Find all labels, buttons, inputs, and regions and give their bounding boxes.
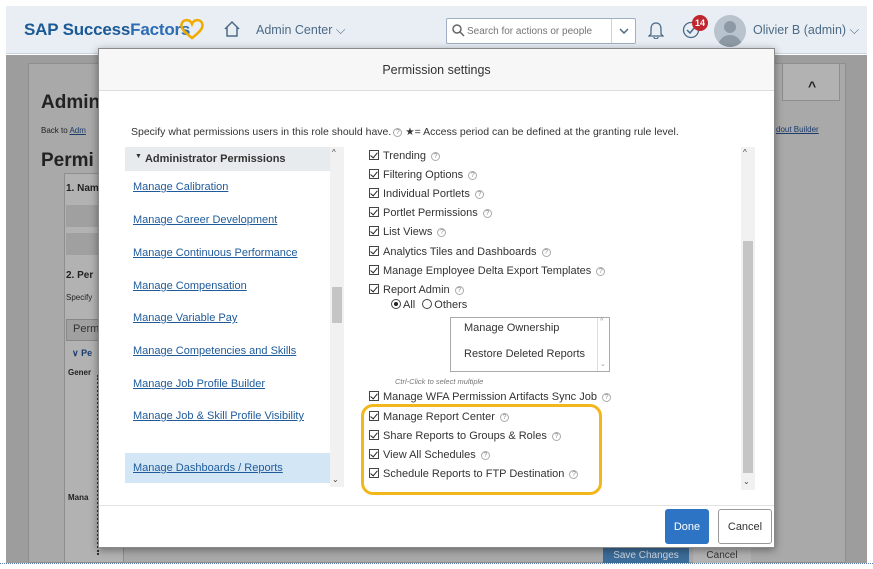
help-icon[interactable]: ? <box>454 285 464 295</box>
checkbox-checked-icon[interactable] <box>369 284 379 294</box>
home-icon[interactable] <box>223 20 241 38</box>
permission-checkbox[interactable]: Analytics Tiles and Dashboards ? <box>369 246 551 258</box>
checkbox-checked-icon[interactable] <box>369 226 379 236</box>
heart-icon <box>180 18 204 40</box>
multiselect-option[interactable]: Manage Ownership <box>464 322 559 334</box>
scroll-down-icon[interactable]: ⌄ <box>743 477 750 486</box>
permission-checkbox[interactable]: Filtering Options ? <box>369 169 478 181</box>
checkbox-checked-icon[interactable] <box>369 391 379 401</box>
chevron-down-icon <box>618 28 629 34</box>
save-changes-button: Save Changes <box>603 548 689 563</box>
section-title: Permi <box>41 150 94 171</box>
permission-checkbox[interactable]: Individual Portlets ? <box>369 188 484 200</box>
help-icon[interactable]: ? <box>541 247 551 257</box>
category-item[interactable]: Manage Job & Skill Profile Visibility <box>133 407 323 425</box>
category-item[interactable]: Manage Continuous Performance <box>133 244 323 262</box>
help-icon[interactable]: ? <box>431 151 441 161</box>
left-scrollbar[interactable]: ^ ⌄ <box>330 147 344 487</box>
permission-category-list: ▼ Administrator Permissions Manage Calibr… <box>125 147 345 487</box>
scroll-down-icon[interactable]: ⌄ <box>332 475 339 484</box>
report-admin-multiselect[interactable]: Manage Ownership Restore Deleted Reports… <box>450 317 610 372</box>
back-link: Back to Adm <box>41 126 86 135</box>
permission-checkbox[interactable]: Report Admin ? <box>369 284 464 296</box>
help-icon[interactable]: ? <box>474 189 484 199</box>
user-menu[interactable]: Olivier B (admin) ⌵ <box>753 23 859 38</box>
collapse-triangle-icon: ▼ <box>135 153 142 160</box>
module-switcher[interactable]: Admin Center ⌵ <box>256 23 345 38</box>
collapse-button: ^ <box>782 63 840 101</box>
category-item[interactable]: Manage Job Profile Builder <box>133 375 323 393</box>
help-icon[interactable]: ? <box>482 208 492 218</box>
checkbox-checked-icon[interactable] <box>369 265 379 275</box>
category-header[interactable]: ▼ Administrator Permissions <box>125 147 330 171</box>
right-scrollbar[interactable]: ^ ⌄ <box>741 147 755 490</box>
search-input[interactable] <box>467 22 607 40</box>
permission-checkbox[interactable]: List Views ? <box>369 226 447 238</box>
chevron-down-icon: ⌵ <box>849 23 860 37</box>
specify-text: Specify <box>66 293 93 302</box>
background-link: dout Builder <box>776 125 819 134</box>
scroll-up-icon[interactable]: ^ <box>600 318 603 325</box>
help-icon[interactable]: ? <box>468 170 478 180</box>
checkbox-checked-icon[interactable] <box>369 246 379 256</box>
category-item[interactable]: Manage Compensation <box>133 277 323 295</box>
page-title: Admin <box>41 92 101 113</box>
right-scroll-thumb[interactable] <box>743 241 753 473</box>
done-button[interactable]: Done <box>665 509 709 544</box>
dialog-description: Specify what permissions users in this r… <box>131 126 679 138</box>
notification-badge[interactable]: 14 <box>692 15 708 31</box>
category-item[interactable]: Manage Variable Pay <box>133 309 323 327</box>
checkbox-checked-icon[interactable] <box>369 188 379 198</box>
cancel-button[interactable]: Cancel <box>718 509 772 544</box>
bell-icon[interactable] <box>648 21 664 39</box>
multiselect-option[interactable]: Restore Deleted Reports <box>464 348 585 360</box>
scroll-up-icon[interactable]: ^ <box>743 148 747 157</box>
permission-settings-dialog: Permission settings Specify what permiss… <box>98 48 775 548</box>
step-1-label: 1. Nam <box>66 183 99 194</box>
checkbox-checked-icon[interactable] <box>369 150 379 160</box>
dialog-title: Permission settings <box>99 49 774 91</box>
dialog-footer-divider <box>99 505 774 506</box>
help-icon[interactable]: ? <box>596 266 606 276</box>
multiselect-scrollbar[interactable]: ^ ⌄ <box>597 318 609 371</box>
search-scope-dropdown[interactable] <box>611 19 635 43</box>
permission-checkbox[interactable]: Manage Employee Delta Export Templates ? <box>369 265 606 277</box>
chevron-up-icon: ^ <box>808 78 817 94</box>
background-cancel-button: Cancel <box>693 548 751 563</box>
help-icon[interactable]: ? <box>437 227 447 237</box>
scroll-up-icon[interactable]: ^ <box>332 148 336 157</box>
left-scroll-thumb[interactable] <box>332 287 342 323</box>
permission-checkbox[interactable]: Trending ? <box>369 150 441 162</box>
category-item-selected[interactable]: Manage Dashboards / Reports <box>125 453 335 483</box>
chevron-down-icon: ⌵ <box>335 23 346 37</box>
highlight-annotation <box>361 404 602 495</box>
category-item[interactable]: Manage Competencies and Skills <box>133 342 323 360</box>
report-admin-scope: All Others <box>391 299 467 311</box>
search-box[interactable] <box>446 18 636 44</box>
manage-label: Mana <box>68 493 89 502</box>
search-icon <box>452 24 465 37</box>
radio-all[interactable] <box>391 299 401 309</box>
checkbox-checked-icon[interactable] <box>369 169 379 179</box>
permission-link: ∨ Pe <box>72 348 93 358</box>
multiselect-hint: Ctrl-Click to select multiple <box>395 377 484 386</box>
checkbox-checked-icon[interactable] <box>369 207 379 217</box>
avatar[interactable] <box>714 15 746 47</box>
help-icon[interactable]: ? <box>602 392 612 402</box>
shell-header: SAP SuccessFactors Admin Center ⌵ 14 Oli… <box>6 6 867 54</box>
step-2-label: 2. Per <box>66 270 94 281</box>
help-icon[interactable]: ? <box>393 127 403 137</box>
permission-checkbox[interactable]: Portlet Permissions ? <box>369 207 492 219</box>
sap-logo[interactable]: SAP SuccessFactors <box>24 20 190 40</box>
scroll-down-icon[interactable]: ⌄ <box>600 360 606 368</box>
page-bottom-border <box>0 563 873 564</box>
radio-others[interactable] <box>422 299 433 309</box>
category-item[interactable]: Manage Calibration <box>133 178 323 196</box>
category-item[interactable]: Manage Career Development <box>133 211 323 229</box>
permission-checkbox[interactable]: Manage WFA Permission Artifacts Sync Job… <box>369 391 612 403</box>
general-label: Gener <box>68 368 92 377</box>
